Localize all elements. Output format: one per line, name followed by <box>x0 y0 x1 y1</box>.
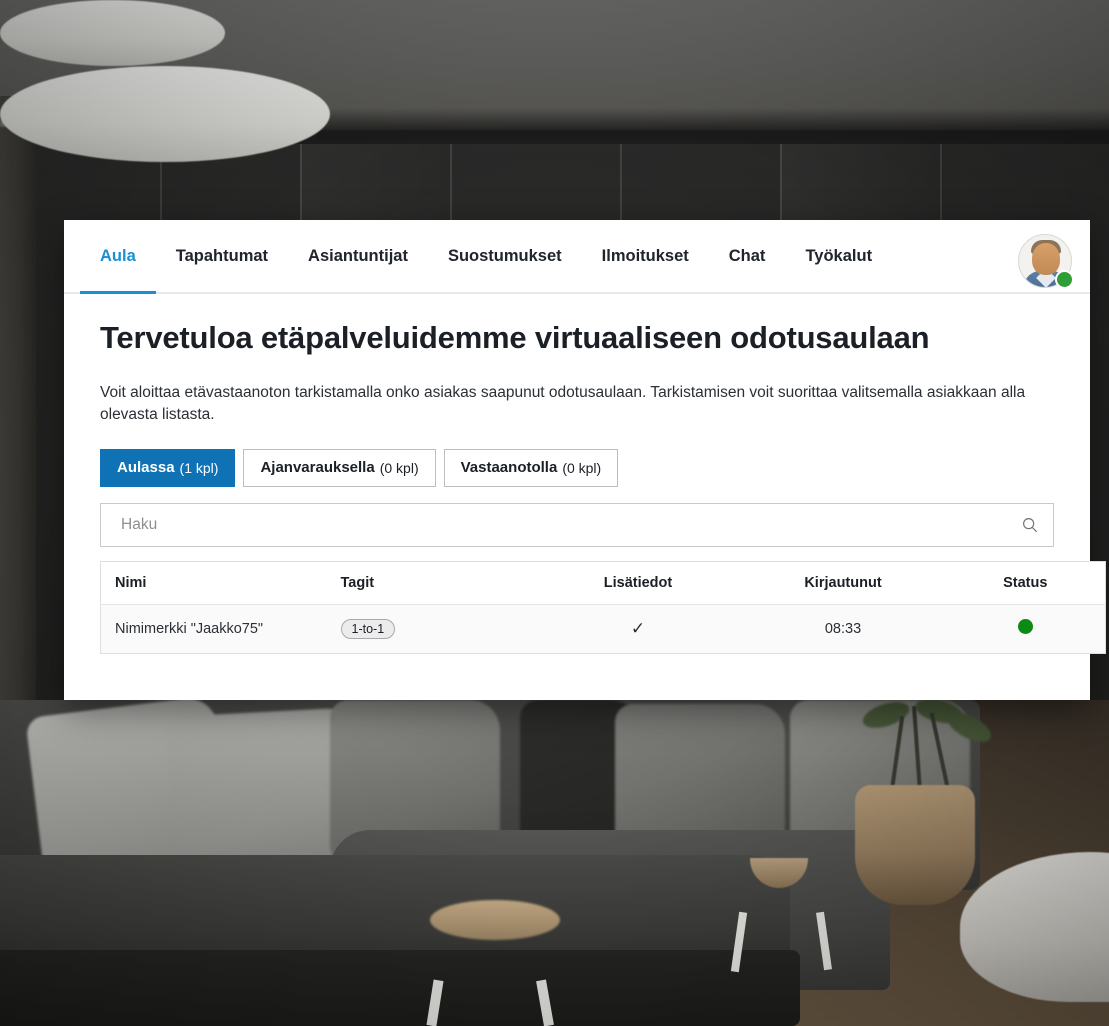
background-plant-pot <box>855 785 975 905</box>
search-input[interactable] <box>119 514 1021 535</box>
intro-paragraph: Voit aloittaa etävastaanoton tarkistamal… <box>100 384 1026 424</box>
filter-aulassa[interactable]: Aulassa (1 kpl) <box>100 448 236 487</box>
tab-label: Tapahtumat <box>175 246 269 265</box>
table-header-row: Nimi Tagit Lisätiedot Kirjautunut Status <box>100 561 1106 605</box>
table-header: Nimi Tagit Lisätiedot Kirjautunut Status <box>100 561 1106 605</box>
page-content: Tervetuloa etäpalveluidemme virtuaalisee… <box>64 294 1106 654</box>
top-navigation: Aula Tapahtumat Asiantuntijat Suostumuks… <box>64 220 1090 294</box>
column-header-lisatiedot[interactable]: Lisätiedot <box>535 561 741 605</box>
table-body: Nimimerkki "Jaakko75" 1-to-1 ✓ 08:33 <box>100 604 1106 654</box>
cell-tagit: 1-to-1 <box>340 604 536 654</box>
column-header-status[interactable]: Status <box>945 561 1106 605</box>
background-curtain <box>0 96 36 736</box>
filter-label: Ajanvarauksella <box>260 459 375 477</box>
cell-lisatiedot: ✓ <box>535 604 741 654</box>
filter-ajanvarauksella[interactable]: Ajanvarauksella (0 kpl) <box>243 448 436 487</box>
background-sofa-base <box>0 950 800 1026</box>
cell-status <box>945 604 1106 654</box>
column-header-tagit[interactable]: Tagit <box>340 561 536 605</box>
table-row[interactable]: Nimimerkki "Jaakko75" 1-to-1 ✓ 08:33 <box>100 604 1106 654</box>
background-side-table <box>0 0 225 66</box>
desktop-background: Aula Tapahtumat Asiantuntijat Suostumuks… <box>0 0 1109 1026</box>
tab-suostumukset[interactable]: Suostumukset <box>428 220 582 292</box>
presence-online-icon <box>1055 270 1074 289</box>
filter-count: (0 kpl) <box>562 459 602 476</box>
tab-label: Asiantuntijat <box>308 246 408 265</box>
column-header-kirjautunut[interactable]: Kirjautunut <box>740 561 946 605</box>
tab-chat[interactable]: Chat <box>709 220 786 292</box>
cell-kirjautunut: 08:33 <box>740 604 946 654</box>
tab-tyokalut[interactable]: Työkalut <box>785 220 892 292</box>
avatar-face <box>1032 243 1060 275</box>
background-coffee-table <box>0 66 330 162</box>
tab-tapahtumat[interactable]: Tapahtumat <box>156 220 288 292</box>
tag-pill[interactable]: 1-to-1 <box>340 618 396 639</box>
filter-button-group: Aulassa (1 kpl) Ajanvarauksella (0 kpl) … <box>100 448 1054 487</box>
tab-ilmoitukset[interactable]: Ilmoitukset <box>582 220 709 292</box>
tab-label: Ilmoitukset <box>601 246 689 265</box>
filter-vastaanotolla[interactable]: Vastaanotolla (0 kpl) <box>443 448 619 487</box>
check-icon: ✓ <box>630 618 646 638</box>
filter-count: (0 kpl) <box>379 459 419 476</box>
search-icon[interactable] <box>1021 516 1039 534</box>
background-tray <box>430 900 560 940</box>
tab-label: Työkalut <box>805 246 873 265</box>
tab-label: Chat <box>728 246 766 265</box>
tab-label: Aula <box>100 246 136 265</box>
page-title: Tervetuloa etäpalveluidemme virtuaalisee… <box>100 320 930 355</box>
cell-nimi: Nimimerkki "Jaakko75" <box>100 604 341 654</box>
status-online-icon <box>1017 619 1033 635</box>
column-header-nimi[interactable]: Nimi <box>100 561 341 605</box>
filter-label: Aulassa <box>117 459 175 477</box>
filter-label: Vastaanotolla <box>460 459 558 477</box>
tab-aula[interactable]: Aula <box>80 220 156 294</box>
filter-count: (1 kpl) <box>179 459 219 476</box>
user-menu[interactable] <box>1018 234 1074 289</box>
search-bar[interactable] <box>100 502 1054 547</box>
application-window: Aula Tapahtumat Asiantuntijat Suostumuks… <box>64 220 1106 700</box>
nav-tab-list: Aula Tapahtumat Asiantuntijat Suostumuks… <box>64 220 892 294</box>
tab-label: Suostumukset <box>447 246 562 265</box>
lobby-table: Nimi Tagit Lisätiedot Kirjautunut Status… <box>100 560 1106 654</box>
tab-asiantuntijat[interactable]: Asiantuntijat <box>288 220 428 292</box>
